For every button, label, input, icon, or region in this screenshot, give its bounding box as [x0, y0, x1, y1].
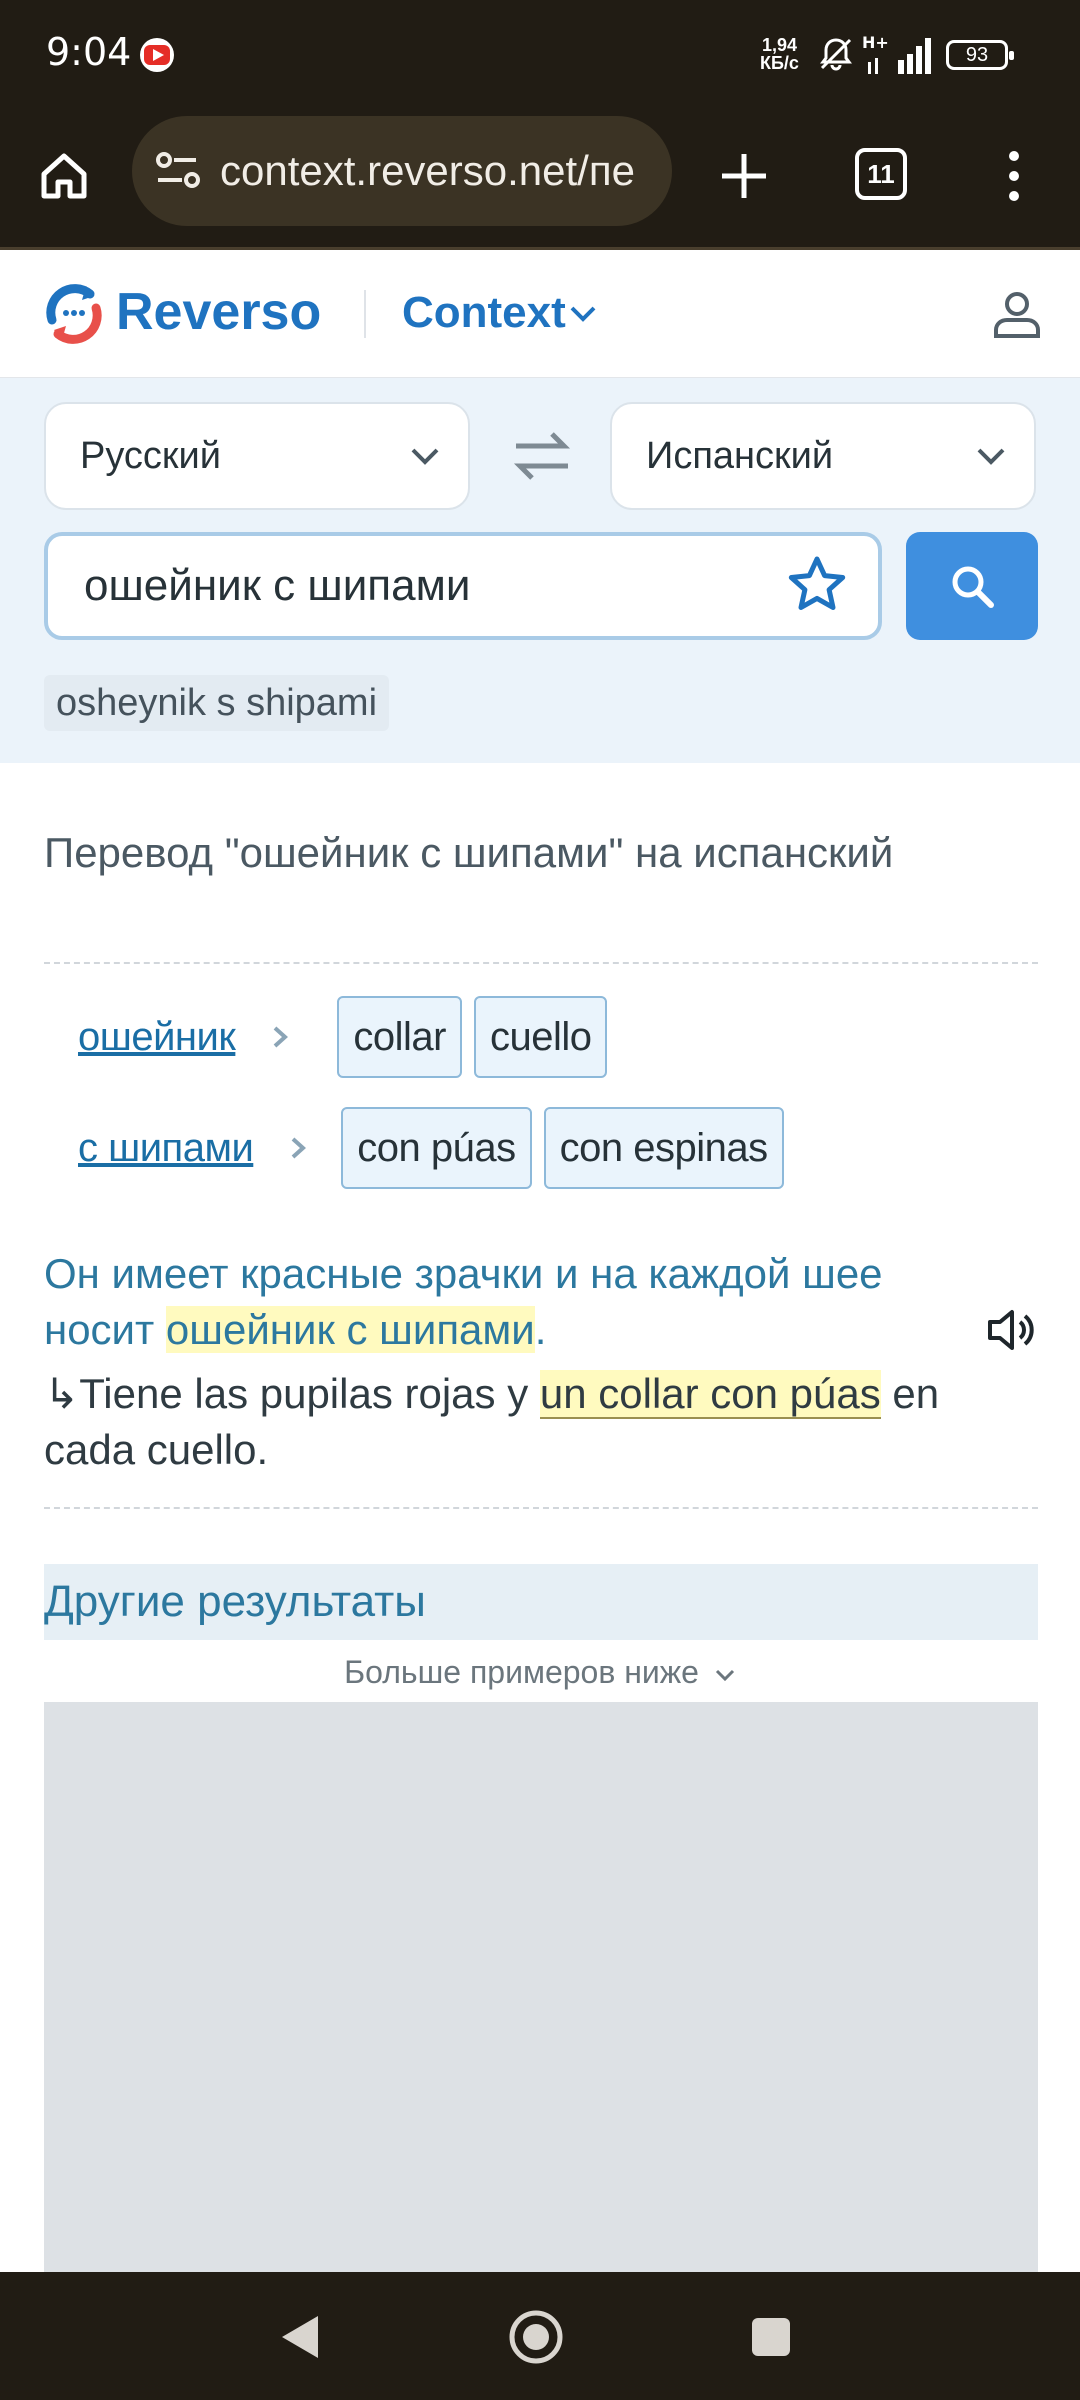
site-settings-icon[interactable]: [152, 144, 206, 198]
network-speed: 1,94 КБ/с: [760, 36, 799, 72]
target-language-select[interactable]: Испанский: [610, 402, 1036, 510]
user-icon[interactable]: [990, 288, 1044, 342]
signal-icon: H+: [862, 33, 931, 74]
example-source-end: .: [534, 1306, 547, 1353]
translation-chip[interactable]: cuello: [473, 996, 608, 1078]
chevron-down-icon: [977, 448, 1005, 465]
other-results-heading: Другие результаты: [44, 1564, 1038, 1640]
chevron-down-icon: [411, 448, 439, 465]
divider: [44, 962, 1038, 964]
source-language-label: Русский: [80, 434, 221, 477]
screen: 9:04 1,94 КБ/с H+ 93 context.reverso.net…: [0, 0, 1080, 2400]
network-type: H+: [862, 33, 889, 52]
translation-chip[interactable]: con púas: [341, 1107, 532, 1189]
swap-languages-icon[interactable]: [510, 426, 574, 486]
example-source: Он имеет красные зрачки и на каждой шее …: [44, 1246, 974, 1358]
search-panel: Русский Испанский ошейник с шипами oshey…: [0, 378, 1080, 763]
speed-unit: КБ/с: [760, 53, 799, 73]
search-query: ошейник с шипами: [84, 561, 471, 610]
word-row: с шипами con púas con espinas: [78, 1107, 796, 1189]
address-bar[interactable]: context.reverso.net/пе: [132, 116, 672, 226]
example-target-highlight: un collar con púas: [539, 1370, 881, 1419]
youtube-icon: [140, 38, 174, 72]
divider: [44, 1507, 1038, 1509]
search-input[interactable]: ошейник с шипами: [44, 532, 882, 640]
tabs-icon[interactable]: 11: [855, 148, 907, 200]
navigation-bar: [0, 2272, 1080, 2400]
back-icon[interactable]: [272, 2308, 330, 2366]
star-icon[interactable]: [786, 554, 848, 616]
status-bar: 9:04 1,94 КБ/с H+ 93: [0, 0, 1080, 110]
chevron-right-icon: [291, 1137, 307, 1159]
ad-placeholder: [44, 1702, 1038, 2272]
more-examples-label: Больше примеров ниже: [344, 1654, 699, 1690]
translation-chip[interactable]: collar: [337, 996, 462, 1078]
brand-name[interactable]: Reverso: [116, 282, 321, 342]
transliteration: osheynik s shipami: [44, 675, 390, 731]
product-menu[interactable]: Context: [402, 288, 566, 338]
source-language-select[interactable]: Русский: [44, 402, 470, 510]
url-text: context.reverso.net/пе: [220, 147, 635, 194]
more-examples-link[interactable]: Больше примеров ниже: [0, 1654, 1080, 1691]
example-target-text: Tiene las pupilas rojas y: [79, 1370, 540, 1417]
new-tab-icon[interactable]: [708, 140, 780, 212]
return-arrow-icon: ↳: [44, 1370, 80, 1417]
home-circle-icon[interactable]: [507, 2308, 565, 2366]
bell-off-icon: [820, 38, 852, 71]
word-link[interactable]: ошейник: [78, 1015, 236, 1060]
word-row: ошейник collar cuello: [78, 996, 619, 1078]
recents-icon[interactable]: [742, 2308, 800, 2366]
search-button[interactable]: [906, 532, 1038, 640]
translation-chip[interactable]: con espinas: [543, 1107, 784, 1189]
speed-value: 1,94: [761, 35, 797, 55]
battery-icon: 93: [946, 40, 1014, 70]
speaker-icon[interactable]: [984, 1304, 1036, 1356]
chevron-right-icon: [274, 1026, 289, 1048]
status-time: 9:04: [46, 30, 132, 74]
home-icon[interactable]: [28, 140, 100, 212]
chevron-down-icon: [715, 1669, 734, 1682]
header-divider: [364, 290, 366, 338]
example-target: ↳Tiene las pupilas rojas y un collar con…: [44, 1366, 974, 1478]
page-title: Перевод "ошейник с шипами" на испанский: [44, 829, 894, 876]
more-icon[interactable]: [978, 140, 1050, 212]
browser-toolbar: context.reverso.net/пе 11: [0, 110, 1080, 250]
chevron-down-icon[interactable]: [568, 302, 598, 326]
target-language-label: Испанский: [646, 434, 834, 477]
site-header: Reverso Context: [0, 250, 1080, 378]
example-source-highlight: ошейник с шипами: [165, 1306, 535, 1353]
word-link[interactable]: с шипами: [78, 1126, 254, 1171]
reverso-logo[interactable]: [42, 280, 106, 346]
search-icon: [952, 566, 994, 608]
